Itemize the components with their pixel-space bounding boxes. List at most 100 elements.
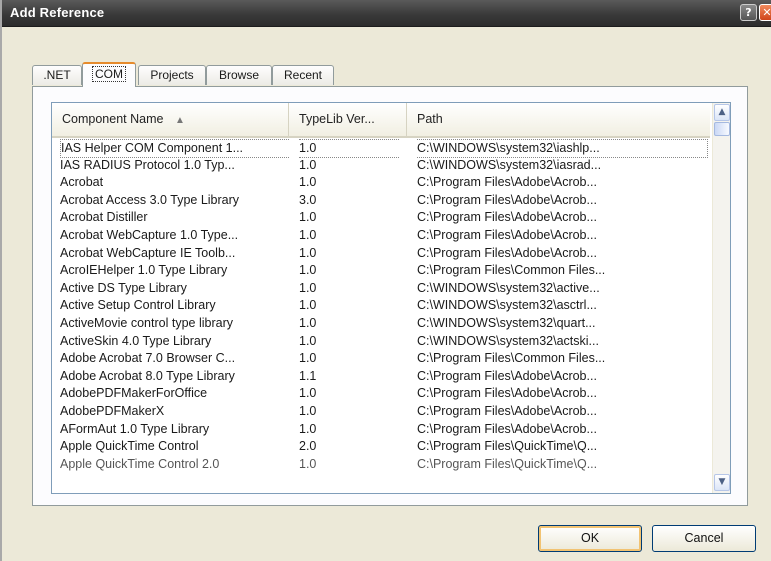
path-cell: C:\Program Files\Adobe\Acrob...: [417, 175, 597, 190]
component-name-cell: AFormAut 1.0 Type Library: [60, 421, 210, 436]
path-cell: C:\Program Files\Adobe\Acrob...: [417, 421, 597, 436]
tab-label: Projects: [150, 68, 194, 82]
list-row[interactable]: Adobe Acrobat 7.0 Browser C... 1.0 C:\Pr…: [52, 350, 710, 368]
typelib-version-cell: 2.0: [299, 439, 317, 454]
tab-label: Recent: [283, 68, 323, 82]
title-bar[interactable]: Add Reference ? ✕: [2, 0, 771, 27]
typelib-version-cell: 1.0: [299, 351, 317, 366]
typelib-version-cell: 1.0: [299, 403, 317, 418]
path-cell: C:\WINDOWS\system32\actski...: [417, 333, 599, 348]
tab-recent[interactable]: Recent: [272, 65, 334, 85]
help-icon: ?: [745, 6, 752, 19]
list-row[interactable]: AdobePDFMakerX 1.0 C:\Program Files\Adob…: [52, 403, 710, 421]
component-name-cell: Acrobat Distiller: [60, 210, 148, 225]
close-icon: ✕: [762, 6, 771, 19]
list-header: Component Name ▲ TypeLib Ver... Path: [52, 103, 710, 138]
help-button[interactable]: ?: [740, 4, 757, 21]
path-cell: C:\Program Files\Adobe\Acrob...: [417, 210, 597, 225]
path-cell: C:\Program Files\Common Files...: [417, 351, 606, 366]
column-header-label: Path: [417, 112, 443, 126]
scroll-thumb[interactable]: [714, 122, 730, 136]
sort-ascending-icon: ▲: [174, 115, 185, 126]
list-row[interactable]: Acrobat 1.0 C:\Program Files\Adobe\Acrob…: [52, 174, 710, 192]
scroll-down-button[interactable]: ▼: [714, 474, 730, 491]
typelib-version-cell: 1.1: [299, 368, 317, 383]
typelib-version-cell: 1.0: [299, 333, 317, 348]
component-name-cell: IAS Helper COM Component 1...: [60, 139, 289, 158]
component-name-cell: AcroIEHelper 1.0 Type Library: [60, 263, 228, 278]
list-row[interactable]: Acrobat Access 3.0 Type Library 3.0 C:\P…: [52, 192, 710, 210]
tab-label: COM: [92, 66, 126, 82]
column-header-path[interactable]: Path: [407, 103, 710, 136]
list-row[interactable]: Active Setup Control Library 1.0 C:\WIND…: [52, 297, 710, 315]
list-row[interactable]: IAS RADIUS Protocol 1.0 Typ... 1.0 C:\WI…: [52, 157, 710, 175]
list-row[interactable]: Acrobat WebCapture 1.0 Type... 1.0 C:\Pr…: [52, 227, 710, 245]
typelib-version-cell: 1.0: [299, 386, 317, 401]
column-header-label: TypeLib Ver...: [299, 112, 375, 126]
list-row[interactable]: ActiveMovie control type library 1.0 C:\…: [52, 315, 710, 333]
typelib-version-cell: 1.0: [299, 315, 317, 330]
component-name-cell: Apple QuickTime Control 2.0: [60, 456, 220, 471]
com-tab-panel: Component Name ▲ TypeLib Ver... Path IAS…: [32, 86, 748, 506]
path-cell: C:\Program Files\Common Files...: [417, 263, 606, 278]
path-cell: C:\Program Files\Adobe\Acrob...: [417, 192, 597, 207]
typelib-version-cell: 1.0: [299, 227, 317, 242]
component-name-cell: AdobePDFMakerX: [60, 403, 165, 418]
tab-label: .NET: [43, 68, 71, 82]
path-cell: C:\Program Files\Adobe\Acrob...: [417, 386, 597, 401]
typelib-version-cell: 1.0: [299, 456, 317, 471]
typelib-version-cell: 1.0: [299, 157, 317, 172]
tab-com[interactable]: COM: [82, 62, 136, 87]
list-row[interactable]: Acrobat Distiller 1.0 C:\Program Files\A…: [52, 209, 710, 227]
ok-button[interactable]: OK: [538, 525, 642, 552]
component-name-cell: Active DS Type Library: [60, 280, 187, 295]
typelib-version-cell: 1.0: [299, 175, 317, 190]
column-header-typelib-version[interactable]: TypeLib Ver...: [289, 103, 407, 136]
component-name-cell: Acrobat WebCapture 1.0 Type...: [60, 227, 239, 242]
path-cell: C:\Program Files\QuickTime\Q...: [417, 456, 598, 471]
typelib-version-cell: 1.0: [299, 263, 317, 278]
path-cell: C:\Program Files\QuickTime\Q...: [417, 439, 598, 454]
component-name-cell: Active Setup Control Library: [60, 298, 216, 313]
typelib-version-cell: 1.0: [299, 245, 317, 260]
typelib-version-cell: 3.0: [299, 192, 317, 207]
chevron-up-icon: ▲: [718, 107, 726, 117]
dialog-title: Add Reference: [10, 5, 105, 20]
scroll-up-button[interactable]: ▲: [714, 104, 730, 121]
column-header-component-name[interactable]: Component Name ▲: [52, 103, 289, 136]
tab-projects[interactable]: Projects: [138, 65, 206, 85]
chevron-down-icon: ▼: [718, 477, 726, 487]
path-cell: C:\WINDOWS\system32\iashlp...: [417, 139, 708, 158]
list-row[interactable]: ActiveSkin 4.0 Type Library 1.0 C:\WINDO…: [52, 333, 710, 351]
component-name-cell: ActiveSkin 4.0 Type Library: [60, 333, 212, 348]
list-row[interactable]: AcroIEHelper 1.0 Type Library 1.0 C:\Pro…: [52, 262, 710, 280]
list-row[interactable]: AdobePDFMakerForOffice 1.0 C:\Program Fi…: [52, 385, 710, 403]
component-name-cell: Acrobat Access 3.0 Type Library: [60, 192, 240, 207]
component-name-cell: ActiveMovie control type library: [60, 315, 233, 330]
list-row[interactable]: Apple QuickTime Control 2.0 C:\Program F…: [52, 438, 710, 456]
typelib-version-cell: 1.0: [299, 298, 317, 313]
cancel-button[interactable]: Cancel: [652, 525, 756, 552]
path-cell: C:\Program Files\Adobe\Acrob...: [417, 368, 597, 383]
list-row[interactable]: Apple QuickTime Control 2.0 1.0 C:\Progr…: [52, 456, 710, 474]
tab-dotnet[interactable]: .NET: [32, 65, 82, 85]
list-row[interactable]: Active DS Type Library 1.0 C:\WINDOWS\sy…: [52, 280, 710, 298]
path-cell: C:\WINDOWS\system32\asctrl...: [417, 298, 597, 313]
tab-browse[interactable]: Browse: [206, 65, 272, 85]
component-name-cell: Acrobat WebCapture IE Toolb...: [60, 245, 236, 260]
add-reference-dialog: Add Reference ? ✕ .NET COM Projects Brow…: [0, 0, 771, 561]
vertical-scrollbar[interactable]: ▲ ▼: [712, 103, 730, 493]
list-row[interactable]: Acrobat WebCapture IE Toolb... 1.0 C:\Pr…: [52, 245, 710, 263]
path-cell: C:\WINDOWS\system32\active...: [417, 280, 600, 295]
component-name-cell: Adobe Acrobat 8.0 Type Library: [60, 368, 235, 383]
close-button[interactable]: ✕: [759, 4, 771, 21]
list-row[interactable]: IAS Helper COM Component 1... 1.0 C:\WIN…: [52, 139, 710, 158]
list-rows: IAS Helper COM Component 1... 1.0 C:\WIN…: [52, 139, 710, 473]
component-list[interactable]: Component Name ▲ TypeLib Ver... Path IAS…: [51, 102, 731, 494]
component-name-cell: Acrobat: [60, 175, 104, 190]
list-row[interactable]: Adobe Acrobat 8.0 Type Library 1.1 C:\Pr…: [52, 368, 710, 386]
component-name-cell: Apple QuickTime Control: [60, 439, 199, 454]
path-cell: C:\Program Files\Adobe\Acrob...: [417, 245, 597, 260]
list-row[interactable]: AFormAut 1.0 Type Library 1.0 C:\Program…: [52, 421, 710, 439]
component-name-cell: Adobe Acrobat 7.0 Browser C...: [60, 351, 236, 366]
